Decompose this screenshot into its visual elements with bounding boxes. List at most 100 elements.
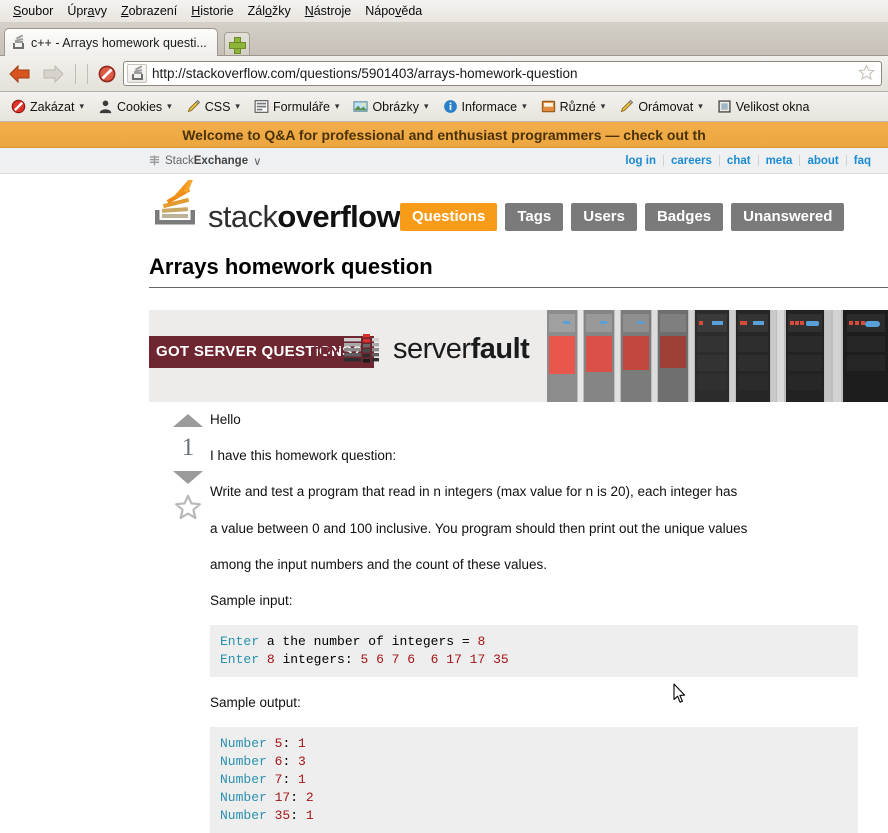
- out-count-4: 2: [305, 790, 314, 805]
- serverfault-logo-icon: [344, 334, 384, 374]
- chevron-down-icon: ▾: [79, 101, 84, 111]
- link-meta[interactable]: meta: [759, 155, 800, 167]
- sample-output-label: Sample output:: [210, 695, 301, 710]
- menu-napoveda[interactable]: Nápověda: [358, 2, 429, 20]
- link-chat[interactable]: chat: [720, 155, 758, 167]
- code-kw-enter-2: Enter: [220, 652, 260, 668]
- devtool-obrazky[interactable]: Obrázky ▾: [346, 97, 435, 116]
- code-num-2: 8: [266, 652, 275, 668]
- vote-up-icon[interactable]: [173, 414, 203, 427]
- back-button[interactable]: [6, 60, 34, 88]
- forward-button[interactable]: [39, 60, 67, 88]
- stackexchange-bar: StackExchange ∨ log in careers chat meta…: [0, 148, 888, 174]
- menu-zobrazeni[interactable]: Zobrazení: [114, 2, 184, 20]
- code-num-1: 8: [477, 634, 486, 650]
- chevron-down-icon-7: ▾: [600, 101, 606, 111]
- question-paragraph-4: a value between 0 and 100 inclusive. You…: [210, 520, 748, 536]
- link-about[interactable]: about: [800, 155, 845, 167]
- devtool-oramovat-label: Orámovat: [638, 99, 694, 114]
- link-careers[interactable]: careers: [664, 155, 719, 167]
- url-text[interactable]: http://stackoverflow.com/questions/59014…: [152, 66, 853, 81]
- devtool-ruzne-label: Různé: [559, 99, 596, 114]
- site-nav: Questions Tags Users Badges Unanswered: [400, 203, 845, 231]
- vote-down-icon[interactable]: [173, 471, 203, 484]
- stackoverflow-logo-text: stackoverflow: [208, 199, 401, 234]
- chevron-down-icon-3: ▾: [235, 101, 240, 111]
- menu-bar: Soubor Úpravy Zobrazení Historie Záložky…: [0, 0, 888, 22]
- code-rest-1: a the number of integers =: [259, 634, 478, 650]
- code-space-2: [259, 652, 267, 667]
- web-developer-toolbar: Zakázat ▾ Cookies ▾ CSS ▾ Formuláře ▾ Ob…: [0, 92, 888, 122]
- favorite-star-icon[interactable]: [174, 494, 202, 524]
- devtool-css-label: CSS: [204, 99, 231, 114]
- serverfault-wordmark: serverfault: [393, 333, 530, 365]
- menu-upravy[interactable]: Úpravy: [60, 2, 114, 20]
- out-sep-3: :: [282, 772, 299, 788]
- toolbar-divider-2: [87, 63, 88, 84]
- url-bar[interactable]: http://stackoverflow.com/questions/59014…: [123, 61, 882, 86]
- serverfault-ad[interactable]: GOT SERVER QUESTIONS? TRY serverfault: [149, 310, 888, 402]
- pencil-icon: [187, 99, 200, 113]
- devtool-oramovat[interactable]: Orámovat ▾: [612, 97, 709, 116]
- out-num-5: 35: [274, 807, 291, 823]
- link-faq[interactable]: faq: [847, 155, 878, 167]
- new-tab-button[interactable]: [223, 32, 250, 56]
- devtool-obrazky-label: Obrázky: [372, 99, 419, 114]
- tab-strip: c++ - Arrays homework questi...: [0, 22, 888, 56]
- outline-icon: [621, 99, 634, 113]
- vote-count: 1: [181, 434, 195, 461]
- out-sep-2: :: [282, 754, 299, 770]
- out-kw-3: Number: [220, 772, 267, 788]
- chevron-down-icon-5: ▾: [423, 101, 429, 111]
- info-icon: [443, 100, 457, 113]
- resize-icon: [718, 100, 731, 113]
- chevron-down-icon-8: ▾: [698, 101, 703, 111]
- out-sep-1: :: [282, 736, 299, 752]
- menu-soubor-label: oubor: [21, 4, 54, 18]
- devtool-cookies[interactable]: Cookies ▾: [91, 97, 179, 116]
- devtool-formulare[interactable]: Formuláře ▾: [247, 97, 347, 116]
- devtool-css[interactable]: CSS ▾: [179, 97, 247, 116]
- forward-arrow-icon: [43, 64, 64, 83]
- vote-column: 1: [165, 414, 211, 524]
- out-kw-1: Number: [220, 736, 267, 752]
- ad-server-rack-image: [547, 310, 888, 402]
- devtool-ruzne[interactable]: Různé ▾: [534, 97, 613, 116]
- nav-unanswered[interactable]: Unanswered: [731, 203, 845, 231]
- tab-title: c++ - Arrays homework questi...: [31, 35, 207, 50]
- devtool-velikost-okna[interactable]: Velikost okna: [710, 97, 817, 116]
- chevron-down-icon-6: ▾: [522, 101, 527, 111]
- stop-button[interactable]: [96, 63, 118, 85]
- stackexchange-label: StackExchange: [165, 154, 249, 167]
- stackoverflow-favicon-small-icon: [131, 65, 144, 80]
- nav-badges[interactable]: Badges: [644, 203, 724, 231]
- navigation-toolbar: http://stackoverflow.com/questions/59014…: [0, 56, 888, 92]
- stackexchange-menu[interactable]: StackExchange ∨: [149, 154, 262, 168]
- stackexchange-caret-icon: ∨: [253, 155, 262, 168]
- devtool-velikost-okna-label: Velikost okna: [735, 99, 810, 114]
- site-identity-icon[interactable]: [127, 64, 147, 83]
- menu-soubor[interactable]: Soubor: [6, 2, 60, 20]
- out-sep-5: :: [290, 807, 306, 823]
- link-log-in[interactable]: log in: [618, 155, 663, 167]
- chevron-down-icon-2: ▾: [167, 101, 172, 111]
- devtool-informace[interactable]: Informace ▾: [436, 97, 534, 116]
- form-icon: [254, 100, 269, 113]
- menu-zalozky[interactable]: Záložky: [241, 2, 298, 20]
- out-sep-4: :: [290, 790, 306, 805]
- plus-icon: [229, 37, 247, 54]
- stackoverflow-logo[interactable]: stackoverflow: [149, 174, 401, 236]
- nav-questions[interactable]: Questions: [400, 203, 498, 231]
- promo-banner[interactable]: Welcome to Q&A for professional and enth…: [0, 122, 888, 148]
- back-arrow-icon: [9, 64, 30, 83]
- devtool-zakazat[interactable]: Zakázat ▾: [4, 97, 91, 116]
- code-rest-2: integers:: [274, 652, 361, 668]
- code-block-input: Enter a the number of integers = 8 Enter…: [210, 625, 858, 677]
- tab-current[interactable]: c++ - Arrays homework questi...: [4, 28, 218, 56]
- bookmark-star-icon[interactable]: [858, 63, 875, 84]
- nav-users[interactable]: Users: [571, 203, 637, 231]
- nav-tags[interactable]: Tags: [505, 203, 564, 231]
- menu-historie[interactable]: Historie: [184, 2, 240, 20]
- menu-nastroje[interactable]: Nástroje: [298, 2, 359, 20]
- top-links: log in careers chat meta about faq: [618, 155, 878, 167]
